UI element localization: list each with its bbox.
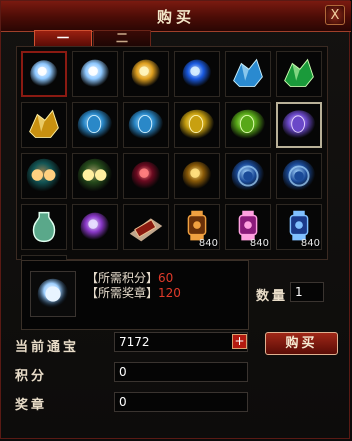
selected-item-icon [30, 271, 76, 317]
item-slot[interactable] [225, 51, 271, 97]
item-slot[interactable] [174, 153, 220, 199]
required-points-label: 【所需积分】 [86, 271, 159, 285]
item-slot[interactable] [21, 51, 67, 97]
item-slot[interactable] [72, 204, 118, 250]
currency-field: 7172 [114, 332, 248, 352]
required-medals: 【所需奖章】120 [86, 284, 181, 301]
required-medals-label: 【所需奖章】 [86, 286, 159, 300]
item-detail-panel: 【所需积分】60 【所需奖章】120 [21, 260, 249, 330]
title-bar[interactable]: 购买 X [1, 1, 351, 32]
purchase-window: 购买 X 一 二 840840840840 【所需积分】60 【所 [0, 0, 351, 439]
item-slot[interactable] [123, 153, 169, 199]
currency-label: 当前通宝 [15, 340, 80, 355]
item-slot[interactable] [174, 51, 220, 97]
points-field: 0 [114, 362, 248, 382]
item-count: 840 [249, 238, 269, 249]
item-slot[interactable] [123, 204, 169, 250]
item-slot[interactable] [174, 102, 220, 148]
item-slot[interactable] [21, 204, 67, 250]
item-slot[interactable]: 840 [276, 204, 322, 250]
buy-button[interactable]: 购买 [265, 332, 338, 355]
window-title: 购买 [156, 8, 195, 26]
quantity-label: 数量 [256, 289, 289, 304]
item-slot[interactable] [123, 102, 169, 148]
item-slot[interactable] [276, 51, 322, 97]
item-slot[interactable]: 840 [225, 204, 271, 250]
add-currency-button[interactable]: + [232, 334, 247, 349]
tab-two[interactable]: 二 [93, 30, 151, 47]
required-points-value: 60 [158, 271, 174, 285]
item-slot[interactable] [123, 51, 169, 97]
points-label: 积分 [15, 369, 48, 384]
item-slot[interactable] [72, 102, 118, 148]
item-slot[interactable] [276, 102, 322, 148]
item-count: 840 [198, 238, 218, 249]
item-slot[interactable]: 840 [174, 204, 220, 250]
item-slot[interactable] [21, 153, 67, 199]
item-slot[interactable] [72, 51, 118, 97]
quantity-input[interactable]: 1 [290, 282, 324, 302]
medal-field: 0 [114, 392, 248, 412]
item-grid: 840840840840 [16, 46, 328, 301]
medal-label: 奖章 [15, 398, 48, 413]
tab-one[interactable]: 一 [34, 30, 92, 47]
close-button[interactable]: X [325, 5, 345, 25]
item-slot[interactable] [276, 153, 322, 199]
item-slot[interactable] [21, 102, 67, 148]
item-count: 840 [300, 238, 320, 249]
item-slot[interactable] [72, 153, 118, 199]
required-medals-value: 120 [158, 286, 181, 300]
item-slot[interactable] [225, 102, 271, 148]
item-slot[interactable] [225, 153, 271, 199]
